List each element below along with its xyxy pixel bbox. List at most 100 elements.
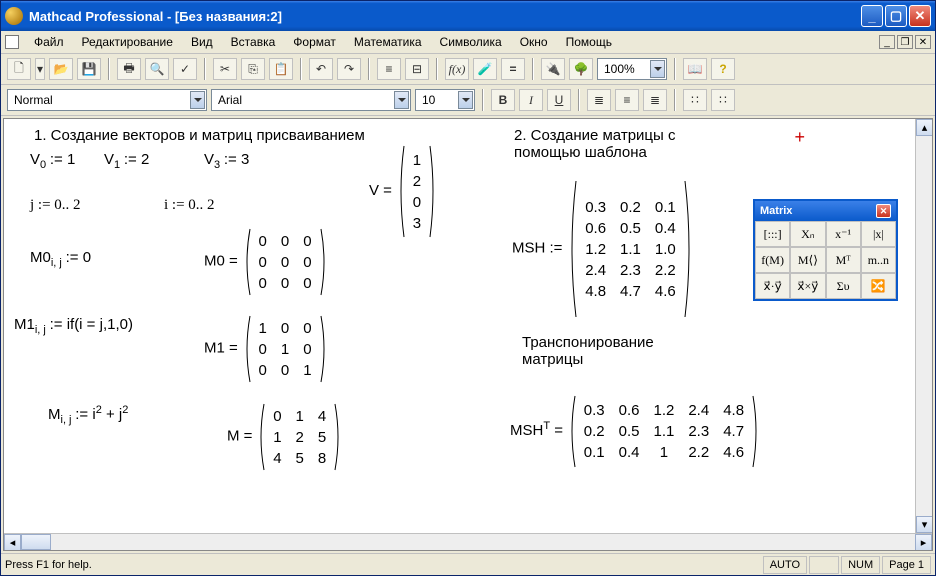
palette-button[interactable]: Συ (826, 273, 861, 299)
mdi-restore-button[interactable]: ❐ (897, 35, 913, 49)
zoom-value: 100% (604, 62, 635, 76)
scroll-left-button[interactable]: ◂ (4, 534, 21, 551)
align-center-button[interactable]: ≡ (615, 89, 639, 111)
palette-button[interactable]: [:::] (755, 221, 790, 247)
v-vector: V = 1203 (369, 144, 438, 239)
function-button[interactable]: f(x) (445, 58, 469, 80)
paste-button[interactable]: 📋 (269, 58, 293, 80)
size-combo[interactable]: 10 (415, 89, 475, 111)
palette-button[interactable]: |x| (861, 221, 896, 247)
open-button[interactable]: 📂 (49, 58, 73, 80)
horizontal-scrollbar[interactable]: ◂ ▸ (4, 533, 932, 550)
menu-window[interactable]: Окно (511, 33, 557, 51)
menu-view[interactable]: Вид (182, 33, 222, 51)
redo-button[interactable]: ↷ (337, 58, 361, 80)
palette-button[interactable]: x⃗×y⃗ (790, 273, 825, 299)
v0-def: V0 := 1 (30, 151, 75, 171)
status-help: Press F1 for help. (5, 559, 92, 571)
app-icon (5, 7, 23, 25)
palette-button[interactable]: m..n (861, 247, 896, 273)
font-combo[interactable]: Arial (211, 89, 411, 111)
align-right-button[interactable]: ≣ (643, 89, 667, 111)
cut-button[interactable]: ✂ (213, 58, 237, 80)
status-num: NUM (841, 556, 880, 574)
palette-button[interactable]: x⁻¹ (826, 221, 861, 247)
menu-edit[interactable]: Редактирование (73, 33, 182, 51)
mdi-close-button[interactable]: ✕ (915, 35, 931, 49)
help-button[interactable]: ? (711, 58, 735, 80)
align-left-button[interactable]: ≣ (587, 89, 611, 111)
menu-bar: Файл Редактирование Вид Вставка Формат М… (1, 31, 935, 54)
insertion-crosshair: + (794, 127, 805, 148)
new-dropdown-button[interactable]: ▾ (35, 58, 45, 80)
bold-button[interactable]: B (491, 89, 515, 111)
save-button[interactable]: 💾 (77, 58, 101, 80)
heading-3: Транспонирование матрицы (522, 334, 682, 368)
palette-button[interactable]: Xₙ (790, 221, 825, 247)
size-value: 10 (422, 93, 435, 107)
m0-result: M0 = 000000000 (204, 227, 329, 297)
window-title: Mathcad Professional - [Без названия:2] (29, 9, 282, 24)
maximize-button[interactable]: ▢ (885, 5, 907, 27)
preview-button[interactable]: 🔍 (145, 58, 169, 80)
worksheet[interactable]: + 1. Создание векторов и матриц присваив… (4, 119, 915, 533)
copy-button[interactable]: ⎘ (241, 58, 265, 80)
undo-button[interactable]: ↶ (309, 58, 333, 80)
m-result: M = 014125458 (227, 402, 343, 472)
close-button[interactable]: ✕ (909, 5, 931, 27)
status-blank (809, 556, 839, 574)
palette-button[interactable]: M⟨⟩ (790, 247, 825, 273)
msht-result: MSHT = 0.30.61.22.44.80.20.51.12.34.70.1… (510, 394, 761, 469)
title-bar: Mathcad Professional - [Без названия:2] … (1, 1, 935, 31)
underline-button[interactable]: U (547, 89, 571, 111)
menu-symbolics[interactable]: Символика (431, 33, 511, 51)
m0-def: M0i, j := 0 (30, 249, 91, 269)
units-button[interactable]: 🧪 (473, 58, 497, 80)
zoom-combo[interactable]: 100% (597, 58, 667, 80)
palette-button[interactable]: Mᵀ (826, 247, 861, 273)
v3-def: V3 := 3 (204, 151, 249, 171)
style-value: Normal (14, 93, 53, 107)
minimize-button[interactable]: _ (861, 5, 883, 27)
heading-1: 1. Создание векторов и матриц присваиван… (34, 127, 365, 144)
italic-button[interactable]: I (519, 89, 543, 111)
menu-format[interactable]: Формат (284, 33, 345, 51)
palette-close-button[interactable]: ✕ (876, 204, 891, 218)
m1-result: M1 = 100010001 (204, 314, 329, 384)
menu-help[interactable]: Помощь (557, 33, 621, 51)
tree-button[interactable]: 🌳 (569, 58, 593, 80)
menu-insert[interactable]: Вставка (222, 33, 285, 51)
align-button[interactable]: ≡ (377, 58, 401, 80)
m1-def: M1i, j := if(i = j,1,0) (14, 316, 133, 336)
vertical-scrollbar[interactable]: ▴ ▾ (915, 119, 932, 533)
matrix-palette[interactable]: Matrix ✕ [:::]Xₙx⁻¹|x|f(M)M⟨⟩Mᵀm..nx⃗·y⃗x… (753, 199, 898, 301)
msh-def: MSH := 0.30.20.10.60.50.41.21.11.02.42.3… (512, 179, 695, 319)
spellcheck-button[interactable]: ✓ (173, 58, 197, 80)
component-button[interactable]: 🔌 (541, 58, 565, 80)
calculate-button[interactable]: = (501, 58, 525, 80)
scroll-down-button[interactable]: ▾ (916, 516, 933, 533)
status-page: Page 1 (882, 556, 931, 574)
align2-button[interactable]: ⊟ (405, 58, 429, 80)
menu-file[interactable]: Файл (25, 33, 73, 51)
scroll-thumb[interactable] (21, 534, 51, 550)
mdi-minimize-button[interactable]: _ (879, 35, 895, 49)
numbering-button[interactable]: ∷ (711, 89, 735, 111)
palette-button[interactable]: 🔀 (861, 273, 896, 299)
new-button[interactable]: 🗋 (7, 58, 31, 80)
print-button[interactable]: 🖶 (117, 58, 141, 80)
m-def: Mi, j := i2 + j2 (48, 404, 128, 426)
status-bar: Press F1 for help. AUTO NUM Page 1 (1, 553, 935, 575)
bullets-button[interactable]: ∷ (683, 89, 707, 111)
resource-button[interactable]: 📖 (683, 58, 707, 80)
status-auto: AUTO (763, 556, 807, 574)
scroll-up-button[interactable]: ▴ (916, 119, 933, 136)
palette-title: Matrix (760, 205, 792, 217)
i-range: i := 0.. 2 (164, 197, 215, 214)
document-icon[interactable] (5, 35, 19, 49)
palette-button[interactable]: f(M) (755, 247, 790, 273)
scroll-right-button[interactable]: ▸ (915, 534, 932, 551)
palette-button[interactable]: x⃗·y⃗ (755, 273, 790, 299)
style-combo[interactable]: Normal (7, 89, 207, 111)
menu-math[interactable]: Математика (345, 33, 431, 51)
